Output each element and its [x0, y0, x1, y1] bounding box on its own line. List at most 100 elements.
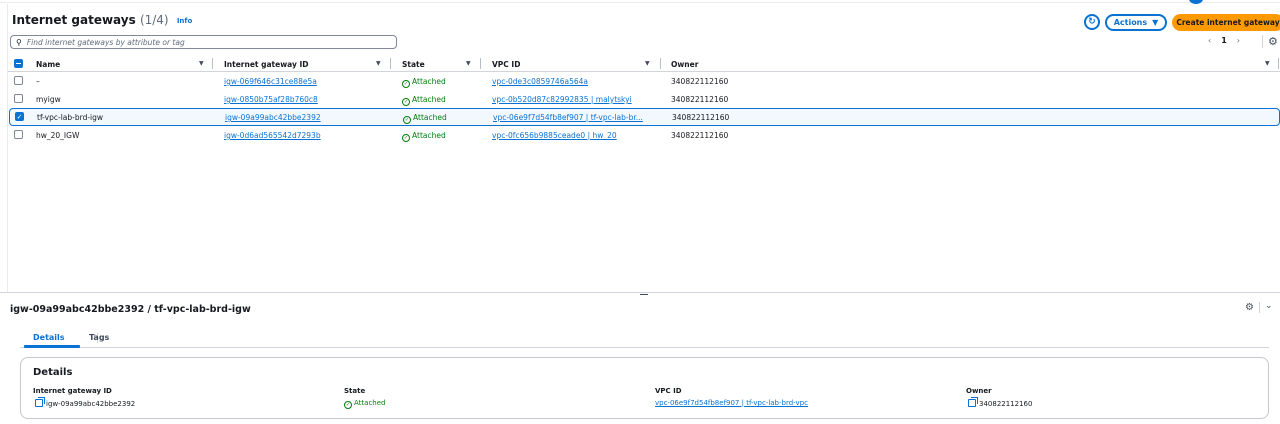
column-divider[interactable]: [1278, 58, 1279, 69]
tab-details[interactable]: Details: [33, 333, 65, 342]
sort-vpc-icon[interactable]: ▼: [645, 60, 650, 67]
state-text: Attached: [412, 131, 446, 140]
column-igw-id[interactable]: Internet gateway ID: [224, 60, 309, 69]
igw-id-link[interactable]: igw-09a99abc42bbe2392: [225, 113, 321, 122]
preferences-gear-icon[interactable]: ⚙: [1268, 35, 1278, 48]
column-vpc-id[interactable]: VPC ID: [492, 60, 520, 69]
resize-handle[interactable]: [640, 294, 648, 295]
info-link[interactable]: Info: [177, 17, 192, 25]
check-circle-icon: ✓: [344, 401, 352, 409]
state-badge: ✓ Attached: [402, 77, 446, 88]
copy-icon[interactable]: [35, 397, 45, 407]
table-row-selected[interactable]: ✓ tf-vpc-lab-brd-igw igw-09a99abc42bbe23…: [9, 108, 1280, 126]
igw-id-value: igw-09a99abc42bbe2392: [35, 397, 136, 408]
igw-id-label: Internet gateway ID: [33, 387, 112, 395]
actions-button[interactable]: Actions ▼: [1105, 14, 1167, 31]
search-input[interactable]: ⚲ Find internet gateways by attribute or …: [10, 35, 397, 49]
sort-state-icon[interactable]: ▼: [466, 60, 471, 67]
refresh-button[interactable]: ↻: [1084, 14, 1100, 30]
table-row[interactable]: myigw igw-0850b75af28b760c8 ✓ Attached vp…: [8, 90, 1280, 108]
row-checkbox-checked[interactable]: ✓: [15, 112, 24, 121]
owner-value: 340822112160: [671, 131, 729, 140]
details-card-title: Details: [33, 367, 73, 378]
copy-icon[interactable]: [968, 397, 978, 407]
tab-tags[interactable]: Tags: [89, 333, 109, 342]
prev-page-icon[interactable]: ‹: [1208, 36, 1211, 45]
top-border: [0, 0, 1280, 3]
owner-value: 340822112160: [671, 95, 729, 104]
split-panel-settings-gear-icon[interactable]: ⚙: [1245, 302, 1254, 313]
next-page-icon[interactable]: ›: [1237, 36, 1240, 45]
details-card: Details Internet gateway ID igw-09a99abc…: [20, 357, 1269, 419]
row-name: tf-vpc-lab-brd-igw: [37, 113, 104, 122]
table-row[interactable]: hw_20_IGW igw-0d6ad565542d7293b ✓ Attache…: [8, 126, 1280, 144]
row-name: myigw: [36, 95, 61, 104]
caret-down-icon: ▼: [1152, 18, 1159, 27]
state-text: Attached: [412, 77, 446, 86]
state-badge: ✓ Attached: [402, 131, 446, 142]
state-badge: ✓ Attached: [402, 95, 446, 106]
igw-id-link[interactable]: igw-0d6ad565542d7293b: [224, 131, 321, 140]
column-divider[interactable]: [212, 58, 213, 69]
select-all-checkbox[interactable]: [14, 59, 23, 68]
igw-id-text: igw-09a99abc42bbe2392: [46, 400, 136, 408]
state-text: Attached: [412, 95, 446, 104]
sort-name-icon[interactable]: ▼: [199, 60, 204, 67]
vpc-id-label: VPC ID: [655, 387, 682, 395]
pagination: ‹ 1 ›: [1208, 36, 1240, 45]
check-circle-icon: ✓: [402, 80, 410, 88]
state-text: Attached: [413, 113, 447, 122]
internet-gateways-panel: Internet gateways (1/4) Info ↻ Actions ▼ …: [7, 4, 1280, 292]
row-name: –: [36, 77, 40, 86]
column-divider[interactable]: [480, 58, 481, 69]
details-tabs: Details Tags: [20, 330, 1269, 348]
owner-value: 340822112160: [671, 77, 729, 86]
details-header-divider: [1259, 302, 1260, 313]
igw-id-link[interactable]: igw-0850b75af28b760c8: [224, 95, 318, 104]
column-owner[interactable]: Owner: [671, 60, 698, 69]
check-circle-icon: ✓: [402, 134, 410, 142]
refresh-icon: ↻: [1088, 17, 1096, 27]
state-badge: ✓ Attached: [403, 113, 447, 124]
owner-value: 340822112160: [672, 113, 730, 122]
state-value: ✓ Attached: [344, 399, 385, 409]
column-name[interactable]: Name: [36, 60, 60, 69]
owner-label: Owner: [966, 387, 992, 395]
vpc-id-link[interactable]: vpc-06e9f7d54fb8ef907 | tf-vpc-lab-brd-v…: [655, 399, 808, 407]
vpc-id-link[interactable]: vpc-06e9f7d54fb8ef907 | tf-vpc-lab-br...: [493, 113, 643, 122]
state-label: State: [344, 387, 366, 395]
sort-igw-icon[interactable]: ▼: [376, 60, 381, 67]
igw-id-link[interactable]: igw-069f646c31ce88e5a: [224, 77, 317, 86]
owner-text: 340822112160: [979, 400, 1033, 408]
page-number[interactable]: 1: [1221, 36, 1227, 45]
page-title: Internet gateways (1/4) Info: [12, 13, 192, 27]
details-title: igw-09a99abc42bbe2392 / tf-vpc-lab-brd-i…: [10, 304, 251, 315]
vpc-id-link[interactable]: vpc-0de3c0859746a564a: [492, 77, 588, 86]
vpc-id-link[interactable]: vpc-0b520d87c82992835 | malytskyi: [492, 95, 632, 104]
row-checkbox[interactable]: [14, 94, 23, 103]
split-panel-divider: [0, 292, 1280, 293]
collapse-chevron-icon[interactable]: ⌄: [1265, 301, 1273, 311]
create-label: Create internet gateway: [1176, 18, 1280, 27]
search-placeholder: Find internet gateways by attribute or t…: [26, 37, 185, 47]
create-internet-gateway-button[interactable]: Create internet gateway: [1172, 14, 1280, 31]
sort-owner-icon[interactable]: ▼: [1265, 60, 1270, 67]
page-title-text: Internet gateways: [12, 13, 136, 27]
column-divider[interactable]: [390, 58, 391, 69]
state-text: Attached: [354, 399, 386, 407]
search-icon: ⚲: [16, 37, 22, 47]
check-circle-icon: ✓: [403, 116, 411, 124]
actions-label: Actions: [1113, 18, 1148, 27]
column-divider[interactable]: [660, 58, 661, 69]
pager-divider: [1262, 35, 1263, 48]
table-row[interactable]: – igw-069f646c31ce88e5a ✓ Attached vpc-0d…: [8, 72, 1280, 90]
column-state[interactable]: State: [402, 60, 425, 69]
vpc-id-link[interactable]: vpc-0fc656b9885ceade0 | hw_20: [492, 131, 617, 140]
selection-count: (1/4): [139, 13, 169, 27]
row-checkbox[interactable]: [14, 130, 23, 139]
row-checkbox[interactable]: [14, 76, 23, 85]
active-tab-indicator: [24, 345, 80, 348]
row-name: hw_20_IGW: [36, 131, 80, 140]
check-circle-icon: ✓: [402, 98, 410, 106]
owner-value: 340822112160: [968, 397, 1033, 408]
